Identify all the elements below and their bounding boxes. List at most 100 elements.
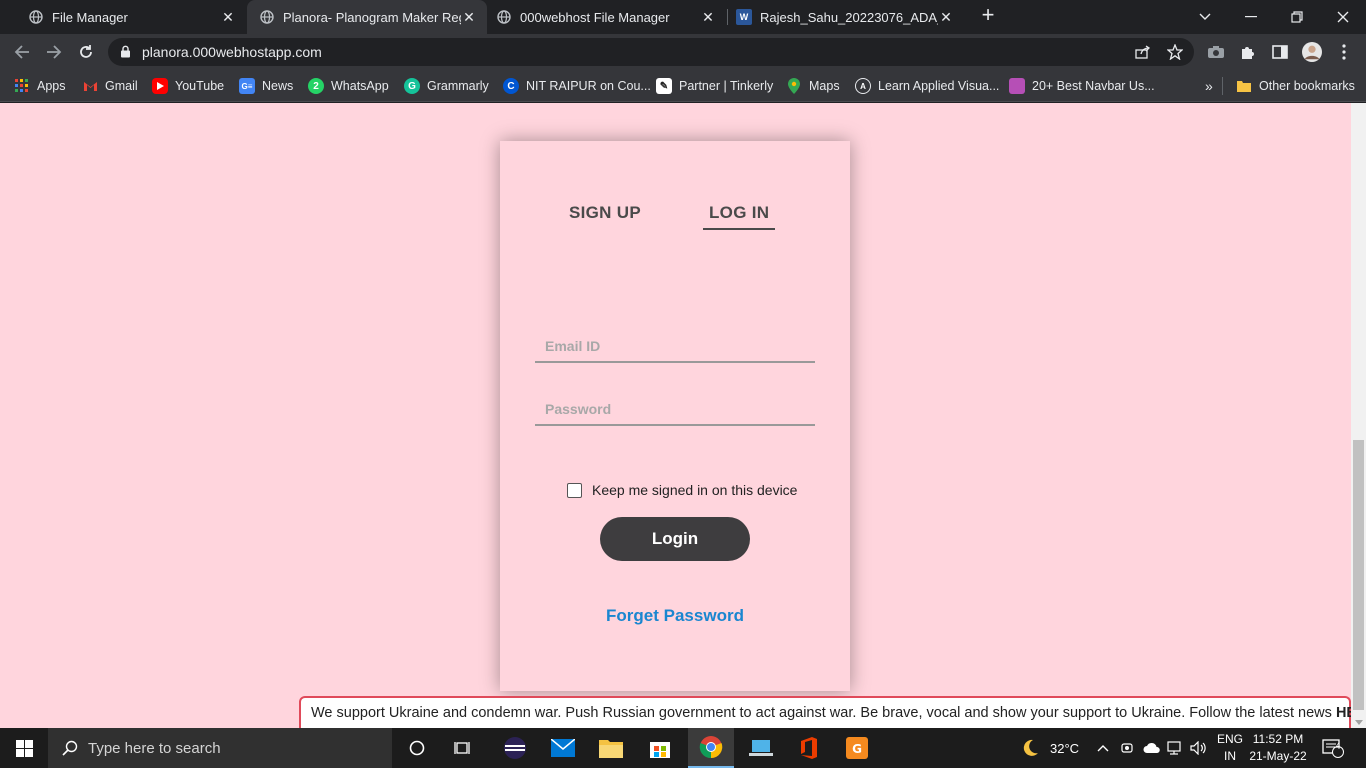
tab-search-icon[interactable]	[1182, 0, 1228, 34]
camera-tray-icon[interactable]	[1120, 728, 1134, 768]
lock-icon[interactable]	[120, 45, 131, 63]
address-bar[interactable]: planora.000webhostapp.com	[108, 38, 1194, 66]
bookmark-other[interactable]: Other bookmarks	[1236, 76, 1355, 96]
url-text: planora.000webhostapp.com	[142, 44, 322, 60]
maps-icon	[786, 78, 802, 94]
tab-label: 000webhost File Manager	[520, 9, 670, 25]
window-close-icon[interactable]	[1320, 0, 1366, 34]
taskbar-search-box[interactable]: Type here to search	[48, 728, 392, 768]
language-indicator[interactable]: ENG IN	[1210, 731, 1250, 765]
network-icon[interactable]	[1167, 728, 1185, 768]
email-field[interactable]	[535, 331, 815, 363]
profile-avatar[interactable]	[1302, 42, 1322, 62]
volume-icon[interactable]	[1190, 728, 1208, 768]
windows-taskbar: Type here to search G 32°C ENG IN 11:52 …	[0, 728, 1366, 768]
keep-signed-in[interactable]: Keep me signed in on this device	[567, 482, 797, 498]
task-view-icon[interactable]	[440, 728, 486, 768]
more-bookmarks-chevron-icon[interactable]: »	[1205, 76, 1213, 96]
search-placeholder: Type here to search	[88, 739, 221, 757]
password-field[interactable]	[535, 394, 815, 426]
bookmark-maps[interactable]: Maps	[786, 76, 840, 96]
bookmark-label: Grammarly	[427, 79, 489, 93]
tab-label: Planora- Planogram Maker Regis	[283, 9, 461, 25]
side-panel-icon[interactable]	[1270, 42, 1290, 62]
laptop-app-icon[interactable]	[738, 728, 784, 768]
menu-kebab-icon[interactable]	[1334, 42, 1354, 62]
ukraine-banner: We support Ukraine and condemn war. Push…	[299, 696, 1366, 728]
share-icon[interactable]	[1134, 44, 1152, 60]
page-scrollbar[interactable]	[1351, 103, 1366, 728]
bookmark-applied-visual[interactable]: A Learn Applied Visua...	[855, 76, 999, 96]
bookmark-tinkerly[interactable]: ✎ Partner | Tinkerly	[656, 76, 773, 96]
eclipse-icon[interactable]	[492, 728, 538, 768]
office-icon[interactable]	[786, 728, 832, 768]
forward-arrow-icon[interactable]	[42, 41, 66, 63]
bookmark-whatsapp[interactable]: 2 WhatsApp	[308, 76, 389, 96]
bookmark-coursera[interactable]: C NIT RAIPUR on Cou...	[503, 76, 651, 96]
forget-password-link[interactable]: Forget Password	[500, 606, 850, 626]
tab-label: File Manager	[52, 9, 128, 25]
apps-grid-icon	[14, 78, 30, 94]
bookmark-navbar[interactable]: 20+ Best Navbar Us...	[1009, 76, 1155, 96]
bookmark-news[interactable]: G≡ News	[239, 76, 293, 96]
bookmark-star-icon[interactable]	[1166, 44, 1184, 60]
clock[interactable]: 11:52 PM 21-May-22	[1248, 731, 1308, 765]
scrollbar-thumb[interactable]	[1353, 440, 1364, 710]
close-icon[interactable]: ✕	[461, 9, 477, 25]
keep-signed-in-label: Keep me signed in on this device	[592, 482, 798, 498]
tab-000webhost[interactable]: 000webhost File Manager ✕	[488, 0, 726, 34]
bookmark-label: News	[262, 79, 294, 93]
login-button[interactable]: Login	[600, 517, 750, 561]
auth-card: SIGN UP LOG IN Keep me signed in on this…	[500, 141, 850, 691]
folder-icon	[1236, 78, 1252, 94]
minimize-icon[interactable]	[1228, 0, 1274, 34]
close-icon[interactable]: ✕	[938, 9, 954, 25]
tab-planora[interactable]: Planora- Planogram Maker Regis ✕	[247, 0, 487, 34]
banner-text: We support Ukraine and condemn war. Push…	[311, 705, 1336, 721]
browser-toolbar: planora.000webhostapp.com	[0, 34, 1366, 70]
chrome-icon[interactable]	[688, 728, 734, 768]
notification-count: 4	[1335, 741, 1341, 751]
bookmark-label: Maps	[809, 79, 840, 93]
windows-start-icon[interactable]	[0, 728, 48, 768]
bookmark-apps[interactable]: Apps	[14, 76, 66, 96]
tab-label: Rajesh_Sahu_20223076_ADA_Ter	[760, 9, 938, 25]
camera-icon[interactable]	[1206, 42, 1226, 62]
file-explorer-icon[interactable]	[588, 728, 634, 768]
news-icon: G≡	[239, 78, 255, 94]
weather-moon-icon[interactable]	[1020, 728, 1040, 768]
tab-strip: File Manager ✕ Planora- Planogram Maker …	[0, 0, 1366, 34]
new-tab-button[interactable]: +	[977, 4, 999, 27]
notifications-icon[interactable]: 4	[1322, 728, 1344, 768]
lang-bottom: IN	[1224, 749, 1236, 763]
onedrive-cloud-icon[interactable]	[1143, 728, 1161, 768]
store-icon[interactable]	[637, 728, 683, 768]
tab-log-in[interactable]: LOG IN	[703, 203, 776, 230]
extensions-puzzle-icon[interactable]	[1238, 42, 1258, 62]
pdf-app-icon[interactable]: G	[834, 728, 880, 768]
reload-icon[interactable]	[74, 41, 98, 63]
tray-chevron-up-icon[interactable]	[1097, 728, 1109, 768]
bookmark-gmail[interactable]: Gmail	[82, 76, 138, 96]
page-viewport: SIGN UP LOG IN Keep me signed in on this…	[0, 103, 1366, 728]
scroll-down-arrow-icon[interactable]	[1355, 720, 1363, 725]
bookmark-grammarly[interactable]: G Grammarly	[404, 76, 489, 96]
restore-icon[interactable]	[1274, 0, 1320, 34]
close-icon[interactable]: ✕	[700, 9, 716, 25]
bookmark-label: 20+ Best Navbar Us...	[1032, 79, 1155, 93]
grammarly-icon: G	[404, 78, 420, 94]
tab-sign-up[interactable]: SIGN UP	[569, 203, 641, 223]
whatsapp-icon: 2	[308, 78, 324, 94]
close-icon[interactable]: ✕	[220, 9, 236, 25]
globe-icon	[496, 9, 512, 25]
globe-icon	[28, 9, 44, 25]
cortana-icon[interactable]	[394, 728, 440, 768]
keep-signed-in-checkbox[interactable]	[567, 482, 582, 498]
bookmark-youtube[interactable]: YouTube	[152, 76, 224, 96]
bookmark-label: Gmail	[105, 79, 138, 93]
back-arrow-icon[interactable]	[10, 41, 34, 63]
tab-word-doc[interactable]: W Rajesh_Sahu_20223076_ADA_Ter ✕	[728, 0, 964, 34]
tab-file-manager[interactable]: File Manager ✕	[8, 0, 246, 34]
weather-temp[interactable]: 32°C	[1050, 728, 1079, 768]
mail-icon[interactable]	[540, 728, 586, 768]
